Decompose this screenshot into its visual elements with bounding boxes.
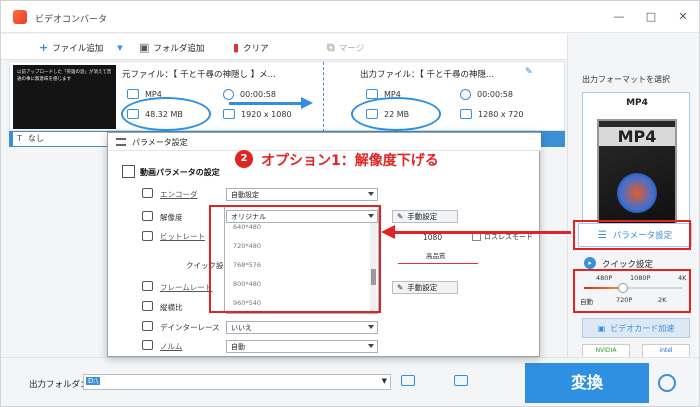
merge-icon: ⧉ bbox=[327, 41, 335, 54]
maximize-icon[interactable]: □ bbox=[643, 9, 659, 25]
output-file-name: 出力ファイル：【 千と千尋の神隠... bbox=[360, 70, 495, 80]
alarm-clock-icon[interactable] bbox=[658, 374, 676, 392]
red-arrow bbox=[393, 231, 571, 234]
plus-icon: + bbox=[39, 41, 49, 54]
format-name: MP4 bbox=[626, 98, 648, 108]
blue-arrow-head bbox=[301, 97, 313, 109]
param-button-highlight-box bbox=[573, 220, 691, 250]
app-window: ビデオコンバータ — □ ✕ + ファイル追加 ▼ ▣ フォルダ追加 ▮ クリア ⧉ マー… bbox=[0, 0, 700, 407]
bitrate-icon bbox=[142, 231, 153, 241]
clock-icon bbox=[460, 89, 471, 100]
deinterlace-icon bbox=[142, 321, 153, 331]
merge-button[interactable]: ⧉ マージ bbox=[327, 41, 364, 55]
output-folder-value: D:\ bbox=[86, 377, 101, 385]
chevron-down-icon[interactable]: ▼ bbox=[382, 377, 387, 385]
add-folder-button[interactable]: ▣ フォルダ追加 bbox=[139, 41, 204, 54]
chip-icon: ▣ bbox=[597, 323, 606, 333]
bitrate-value: 1080 bbox=[423, 233, 443, 242]
mp4-format-icon: MP4 bbox=[597, 119, 677, 229]
aspect-ratio-icon bbox=[142, 301, 153, 311]
chevron-down-icon bbox=[368, 214, 374, 218]
bottom-bar: 出力フォルダ： D:\ ▼ 変換 bbox=[1, 357, 699, 406]
quick-settings-icon: ▸ bbox=[584, 257, 596, 269]
encoder-icon bbox=[142, 188, 153, 198]
encoder-select[interactable]: 自動設定 bbox=[226, 188, 378, 201]
text-icon: T bbox=[17, 134, 22, 143]
output-duration: 00:00:58 bbox=[460, 89, 513, 100]
folder-plus-icon: ▣ bbox=[139, 41, 150, 54]
toolbar: + ファイル追加 ▼ ▣ フォルダ追加 ▮ クリア ⧉ マージ bbox=[1, 34, 567, 60]
sliders-icon bbox=[116, 138, 126, 146]
norm-icon bbox=[142, 340, 153, 350]
browse-folder-icon[interactable] bbox=[401, 375, 415, 386]
deinterlace-select[interactable]: いいえ bbox=[226, 321, 378, 334]
output-size-highlight bbox=[351, 97, 441, 131]
framerate-icon bbox=[142, 281, 153, 291]
aspect-label: 縦横比 bbox=[160, 303, 183, 312]
video-thumbnail[interactable]: 以前アップロードした「英雄の涙」が消えて普通の事に無意味を感じます bbox=[13, 65, 116, 129]
norm-select[interactable]: 自動 bbox=[226, 340, 378, 353]
pencil-icon: ✎ bbox=[397, 212, 404, 221]
clear-button[interactable]: ▮ クリア bbox=[233, 41, 269, 54]
output-folder-label: 出力フォルダ： bbox=[29, 380, 89, 390]
open-folder-icon[interactable] bbox=[454, 375, 468, 386]
dialog-title: パラメータ設定 bbox=[132, 138, 188, 147]
bitrate-label[interactable]: ビットレート bbox=[160, 231, 205, 242]
deinterlace-label: デインターレース bbox=[160, 323, 220, 332]
dialog-title-bar: パラメータ設定 bbox=[108, 133, 541, 151]
output-folder-field[interactable]: D:\ ▼ bbox=[83, 374, 391, 390]
high-quality-label: 高品質 bbox=[426, 252, 446, 260]
source-duration: 00:00:58 bbox=[223, 89, 276, 100]
minimize-icon[interactable]: — bbox=[611, 9, 627, 25]
subtitle-select[interactable]: T なし bbox=[13, 132, 113, 146]
step-badge: 2 bbox=[235, 150, 253, 168]
intel-logo: intel bbox=[642, 344, 690, 358]
norm-label[interactable]: ノルム bbox=[160, 341, 182, 352]
balloon-image bbox=[617, 173, 657, 213]
blue-arrow bbox=[229, 102, 303, 105]
format-label: 出力フォーマットを選択 bbox=[582, 75, 670, 84]
resolution-icon bbox=[460, 109, 472, 119]
source-resolution: 1920 x 1080 bbox=[223, 109, 292, 119]
source-file-name: 元ファイル：【 千と千尋の神隠し 】メ... bbox=[122, 70, 276, 80]
nvidia-logo: NVIDIA bbox=[582, 344, 630, 358]
gpu-acceleration-button[interactable]: ▣ ビデオカード加速 bbox=[582, 318, 690, 338]
resolution-manual-button[interactable]: ✎ 手動設定 bbox=[392, 210, 458, 223]
convert-button[interactable]: 変換 bbox=[525, 363, 649, 403]
trash-icon: ▮ bbox=[233, 41, 240, 54]
app-title: ビデオコンバータ bbox=[35, 15, 108, 25]
app-logo-icon bbox=[13, 10, 27, 24]
output-resolution: 1280 x 720 bbox=[460, 109, 523, 119]
encoder-label[interactable]: エンコーダ bbox=[160, 189, 198, 200]
red-arrow-head bbox=[381, 225, 395, 239]
quality-slider[interactable] bbox=[398, 263, 478, 264]
quick-settings-highlight-box bbox=[573, 269, 691, 313]
source-size-highlight bbox=[121, 97, 211, 131]
video-settings-icon bbox=[122, 165, 135, 178]
chevron-down-icon[interactable]: ▼ bbox=[117, 44, 122, 52]
edit-name-icon[interactable]: ✎ bbox=[525, 67, 533, 77]
format-selector[interactable]: MP4 MP4 bbox=[582, 92, 690, 239]
title-bar: ビデオコンバータ — □ ✕ bbox=[1, 1, 699, 33]
video-format-icon bbox=[127, 89, 139, 99]
divider bbox=[323, 62, 324, 132]
section-title: 動画パラメータの設定 bbox=[140, 168, 220, 177]
pencil-icon: ✎ bbox=[397, 283, 404, 292]
resolution-icon bbox=[223, 109, 235, 119]
chevron-down-icon bbox=[368, 325, 374, 329]
add-file-button[interactable]: + ファイル追加 ▼ bbox=[39, 41, 123, 54]
annotation-text: オプション1：解像度下げる bbox=[261, 153, 439, 169]
resolution-icon bbox=[142, 211, 153, 221]
framerate-manual-button[interactable]: ✎ 手動設定 bbox=[392, 281, 458, 294]
close-icon[interactable]: ✕ bbox=[675, 9, 691, 25]
file-item[interactable]: 以前アップロードした「英雄の涙」が消えて普通の事に無意味を感じます 元ファイル：… bbox=[9, 61, 565, 132]
video-format-icon bbox=[366, 89, 378, 99]
resolution-select[interactable]: オリジナル bbox=[226, 210, 378, 223]
framerate-label[interactable]: フレームレート bbox=[160, 282, 212, 293]
resolution-label: 解像度 bbox=[160, 213, 183, 222]
mp4-art-label: MP4 bbox=[599, 127, 675, 146]
chevron-down-icon bbox=[368, 192, 374, 196]
chevron-down-icon bbox=[368, 344, 374, 348]
clock-icon bbox=[223, 89, 234, 100]
